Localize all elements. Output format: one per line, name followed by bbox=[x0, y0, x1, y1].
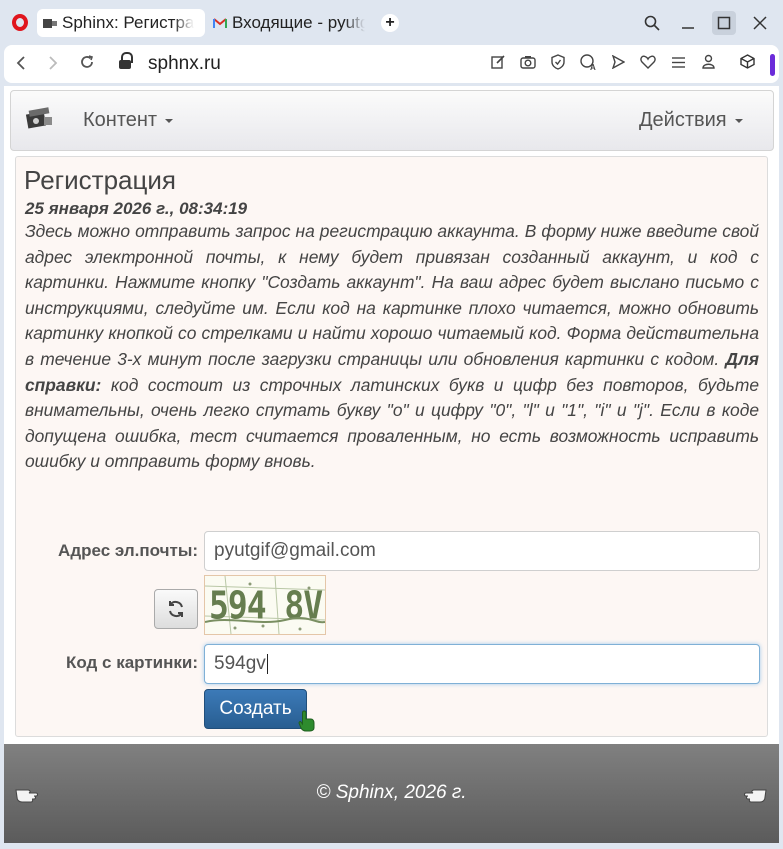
registration-panel: Регистрация 25 января 2026 г., 08:34:19 … bbox=[15, 156, 768, 737]
shield-icon[interactable] bbox=[548, 54, 568, 74]
refresh-captcha-button[interactable] bbox=[154, 589, 198, 629]
caret-down-icon bbox=[734, 118, 743, 123]
create-button[interactable]: Создать bbox=[204, 689, 307, 729]
new-tab-button[interactable]: + bbox=[381, 14, 399, 32]
svg-text:A: A bbox=[590, 63, 596, 71]
menu-icon[interactable] bbox=[668, 54, 688, 74]
site-logo-icon[interactable] bbox=[25, 107, 53, 129]
sidebar-toggle[interactable] bbox=[770, 54, 775, 76]
text-cursor bbox=[266, 653, 268, 674]
camera-icon[interactable] bbox=[518, 54, 538, 74]
lock-icon[interactable] bbox=[119, 52, 133, 71]
heart-icon[interactable] bbox=[638, 54, 658, 74]
menu-content[interactable]: Контент bbox=[83, 109, 174, 132]
translate-icon[interactable]: A bbox=[578, 54, 598, 74]
footer-copyright: © Sphinx, 2026 г. bbox=[316, 782, 467, 803]
gmail-icon bbox=[213, 16, 227, 30]
refresh-icon bbox=[169, 600, 183, 618]
code-label: Код с картинки: bbox=[65, 653, 198, 672]
address-bar: sphnx.ru A bbox=[4, 45, 779, 83]
captcha-image: 594 8V bbox=[204, 575, 326, 635]
tab-gmail[interactable]: Входящие - pyutg bbox=[209, 9, 369, 37]
back-icon[interactable] bbox=[10, 53, 32, 75]
menu-content-label: Контент bbox=[83, 109, 158, 131]
page-description: Здесь можно отправить запрос на регистра… bbox=[25, 219, 759, 475]
send-icon[interactable] bbox=[608, 54, 628, 74]
page-title: Регистрация bbox=[24, 165, 176, 195]
email-label: Адрес эл.почты: bbox=[58, 541, 198, 560]
maximize-button[interactable] bbox=[712, 11, 736, 35]
tab-title: Sphinx: Регистра bbox=[62, 13, 195, 32]
tab-title: Входящие - pyutg bbox=[232, 13, 365, 32]
caret-down-icon bbox=[165, 118, 174, 123]
minimize-button[interactable] bbox=[676, 11, 700, 35]
code-field-value: 594gv bbox=[214, 653, 266, 674]
menu-actions-label: Действия bbox=[639, 109, 727, 131]
menu-actions[interactable]: Действия bbox=[639, 109, 743, 132]
reload-icon[interactable] bbox=[76, 53, 98, 75]
edit-icon[interactable] bbox=[488, 54, 508, 74]
pointing-hand-right-icon[interactable] bbox=[742, 782, 768, 804]
site-navbar: Контент Действия bbox=[10, 90, 774, 151]
email-field[interactable]: pyutgif@gmail.com bbox=[204, 531, 760, 571]
url-field[interactable]: sphnx.ru bbox=[148, 53, 221, 75]
tab-sphinx[interactable]: Sphinx: Регистра bbox=[37, 9, 205, 37]
browser-tab-bar: Sphinx: Регистра Входящие - pyutg + bbox=[0, 0, 783, 44]
sphinx-favicon-icon bbox=[43, 16, 57, 30]
close-window-button[interactable] bbox=[748, 11, 772, 35]
opera-logo-icon[interactable] bbox=[12, 14, 28, 31]
page-date: 25 января 2026 г., 08:34:19 bbox=[25, 199, 248, 218]
hand-cursor-icon bbox=[298, 710, 315, 732]
forward-icon[interactable] bbox=[42, 53, 64, 75]
code-field[interactable]: 594gv bbox=[204, 644, 760, 684]
description-text-2: код состоит из строчных латинских букв и… bbox=[25, 374, 759, 472]
page-viewport: Контент Действия Регистрация 25 января 2… bbox=[4, 86, 779, 843]
profile-icon[interactable] bbox=[698, 54, 718, 74]
description-text: Здесь можно отправить запрос на регистра… bbox=[25, 221, 759, 369]
search-tabs-icon[interactable] bbox=[640, 11, 664, 35]
site-footer: © Sphinx, 2026 г. bbox=[4, 744, 779, 843]
cube-icon[interactable] bbox=[737, 54, 757, 74]
